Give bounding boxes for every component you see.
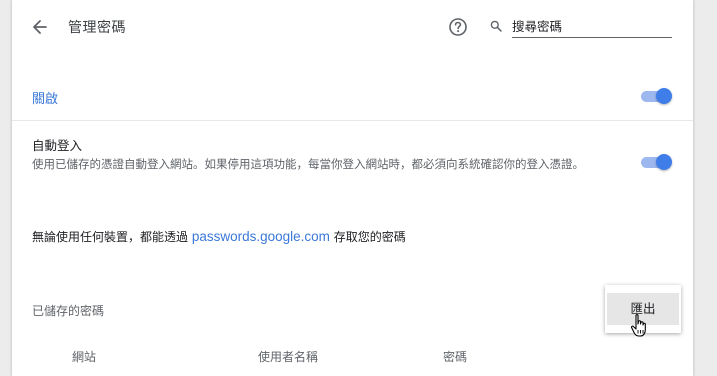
passwords-google-link[interactable]: passwords.google.com [192, 229, 330, 244]
saved-passwords-heading: 已儲存的密碼 [32, 304, 105, 318]
sync-note-prefix: 無論使用任何裝置，都能透過 [32, 230, 192, 244]
sync-note-suffix: 存取您的密碼 [329, 230, 406, 244]
offer-to-save-row: 關啟 [12, 72, 693, 121]
auto-signin-row: 自動登入 使用已儲存的憑證自動登入網站。如果停用這項功能，每當你登入網站時，都必… [12, 121, 693, 201]
back-button[interactable] [30, 16, 50, 38]
column-header-site: 網站 [72, 350, 97, 364]
auto-signin-toggle[interactable] [641, 154, 672, 170]
page-title: 管理密碼 [68, 20, 126, 36]
column-header-username: 使用者名稱 [258, 350, 319, 364]
hand-cursor-icon [630, 314, 646, 337]
toggle-knob [656, 154, 672, 170]
passwords-settings-card: 管理密碼 關啟 自動登入 使用已儲存的憑證自動登入網站。如果停用這項功能，每當你… [12, 0, 693, 376]
offer-to-save-label: 關啟 [32, 92, 59, 107]
search-passwords-input[interactable] [512, 15, 672, 38]
offer-to-save-toggle[interactable] [641, 88, 672, 104]
search-icon [490, 20, 502, 32]
auto-signin-title: 自動登入 [32, 138, 83, 153]
arrow-back-icon [33, 20, 47, 34]
toggle-knob [656, 88, 672, 104]
help-icon [449, 18, 467, 36]
column-header-password: 密碼 [443, 350, 468, 364]
auto-signin-description: 使用已儲存的憑證自動登入網站。如果停用這項功能，每當你登入網站時，都必須向系統確… [32, 157, 584, 171]
page-header: 管理密碼 [12, 0, 693, 56]
sync-note: 無論使用任何裝置，都能透過 passwords.google.com 存取您的密… [32, 228, 406, 245]
help-button[interactable] [448, 17, 468, 37]
